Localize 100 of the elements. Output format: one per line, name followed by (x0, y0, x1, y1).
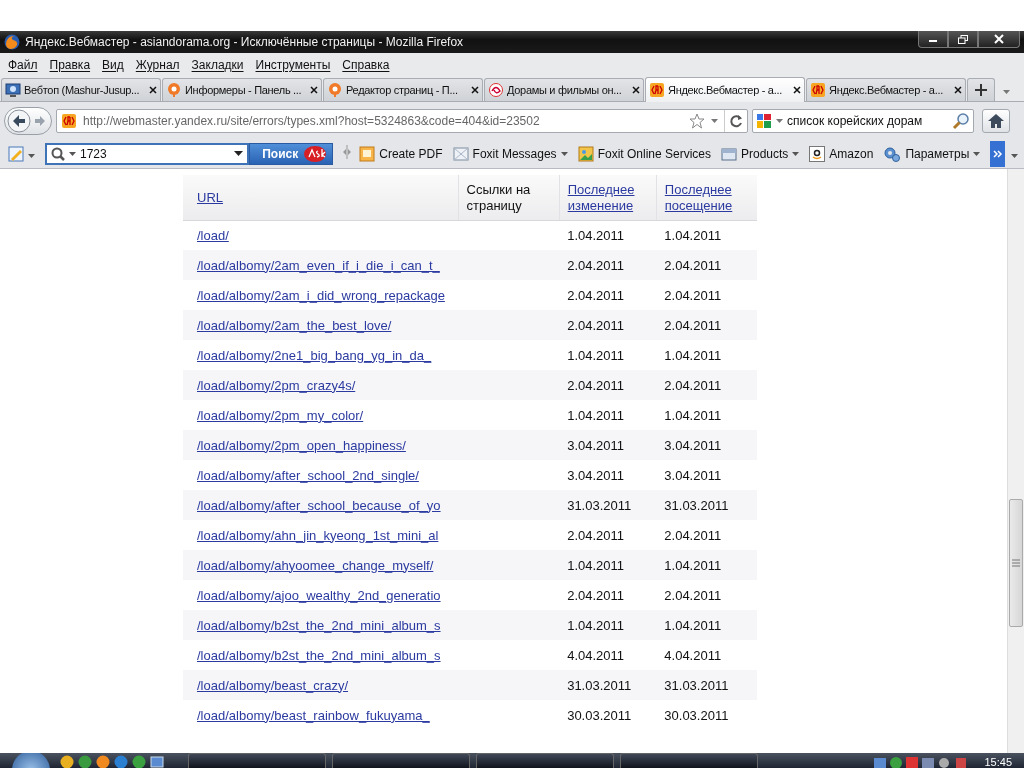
clock: 15:45 (984, 756, 1012, 768)
date-cell: 4.04.2011 (656, 640, 757, 670)
caret-icon[interactable] (69, 151, 76, 156)
dropdown-caret-icon[interactable] (234, 151, 244, 156)
grip-icon[interactable] (343, 145, 352, 159)
browser-tab[interactable]: Вебтоп (Mashur-Jusup... (1, 78, 161, 101)
toolbar-button[interactable]: Foxit Online Services (577, 145, 711, 162)
taskbar-button[interactable] (188, 753, 326, 768)
date-cell: 1.04.2011 (656, 220, 757, 250)
close-button[interactable] (978, 31, 1020, 48)
browser-tab[interactable]: Информеры - Панель ... (162, 78, 322, 101)
settings-button[interactable]: Параметры (883, 145, 981, 162)
search-button[interactable]: Поиск (249, 142, 334, 165)
date-cell: 1.04.2011 (656, 550, 757, 580)
bookmark-star-icon[interactable] (689, 112, 705, 129)
date-cell: 31.03.2011 (559, 670, 657, 700)
close-tab-icon[interactable] (471, 86, 479, 94)
close-tab-icon[interactable] (954, 86, 962, 94)
desktop-icon[interactable] (150, 755, 164, 768)
page-path-link[interactable]: /load/albomy/2am_i_did_wrong_repackage (197, 287, 445, 303)
close-tab-icon[interactable] (632, 86, 640, 94)
date-cell: 1.04.2011 (559, 220, 657, 250)
caret-icon[interactable] (711, 118, 718, 123)
back-icon[interactable] (7, 108, 31, 133)
reload-icon[interactable] (729, 113, 743, 128)
browser-tab[interactable]: Дорамы и фильмы он... (484, 78, 644, 101)
date-cell: 30.03.2011 (656, 700, 757, 730)
page-path-link[interactable]: /load/albomy/b2st_the_2nd_mini_album_s (197, 647, 441, 663)
page-path-link[interactable]: /load/albomy/2ne1_big_bang_yg_in_da_ (197, 347, 432, 363)
date-cell: 1.04.2011 (559, 400, 657, 430)
monitor-icon (5, 82, 21, 98)
date-cell: 2.04.2011 (656, 310, 757, 340)
gears-icon (883, 145, 902, 162)
menu-item[interactable]: Правка (43, 57, 97, 72)
landscape-icon (577, 145, 594, 162)
menu-item[interactable]: Файл (2, 57, 44, 72)
close-icon (994, 34, 1004, 44)
page-path-link[interactable]: /load/albomy/after_school_2nd_single/ (197, 467, 419, 483)
menu-item[interactable]: Вид (96, 57, 130, 72)
taskbar-button[interactable] (476, 753, 614, 768)
caret-icon[interactable] (1011, 153, 1018, 158)
swirl-icon (488, 82, 504, 98)
browser-tab[interactable]: Редактор страниц - П... (323, 78, 483, 101)
date-cell: 4.04.2011 (559, 640, 657, 670)
date-cell: 1.04.2011 (559, 340, 657, 370)
home-icon (988, 113, 1004, 128)
taskbar-button[interactable] (620, 753, 758, 768)
document-icon (359, 145, 376, 162)
page-path-link[interactable]: /load/albomy/beast_rainbow_fukuyama_ (197, 707, 430, 723)
date-cell: 2.04.2011 (656, 280, 757, 310)
browser-tab[interactable]: Яндекс.Вебмастер - а... (806, 78, 966, 101)
date-cell: 2.04.2011 (656, 250, 757, 280)
search-icon[interactable] (51, 146, 65, 161)
caret-icon[interactable] (28, 153, 35, 158)
new-tab-button[interactable] (967, 78, 995, 101)
message-icon (452, 145, 469, 162)
toolbar-button[interactable]: Amazon (809, 145, 874, 162)
toolbar-button[interactable]: Products (721, 145, 800, 162)
maximize-button[interactable] (948, 31, 978, 48)
date-cell: 2.04.2011 (559, 520, 657, 550)
tab-list-caret-icon[interactable] (1003, 89, 1010, 94)
menu-item[interactable]: Закладки (185, 57, 250, 72)
date-cell: 2.04.2011 (656, 520, 757, 550)
date-cell: 2.04.2011 (559, 580, 657, 610)
menu-item[interactable]: Справка (336, 57, 396, 72)
menu-item[interactable]: Инструменты (249, 57, 337, 72)
taskbar-button[interactable] (332, 753, 470, 768)
browser-tab[interactable]: Яндекс.Вебмастер - а... (645, 77, 805, 102)
page-path-link[interactable]: /load/albomy/ajoo_wealthy_2nd_generatio (197, 587, 441, 603)
close-tab-icon[interactable] (310, 86, 318, 94)
plus-icon (975, 84, 987, 96)
page-path-link[interactable]: /load/albomy/ahn_jin_kyeong_1st_mini_al (197, 527, 439, 543)
menu-item[interactable]: Журнал (129, 57, 186, 72)
pin-icon (166, 82, 182, 98)
date-cell: 31.03.2011 (656, 490, 757, 520)
date-cell: 2.04.2011 (559, 250, 657, 280)
date-cell: 31.03.2011 (656, 670, 757, 700)
home-button[interactable] (982, 108, 1010, 133)
caret-icon (973, 151, 981, 156)
close-tab-icon[interactable] (793, 86, 801, 94)
toolbar-button[interactable]: Foxit Messages (452, 145, 568, 162)
date-cell: 1.04.2011 (656, 610, 757, 640)
date-cell: 3.04.2011 (656, 430, 757, 460)
window-title: Яндекс.Вебмастер - asiandorama.org - Исключённые страницы - Mozilla Firefox (25, 35, 464, 49)
grip-icon (1012, 559, 1020, 567)
caret-icon[interactable] (776, 118, 783, 123)
overflow-button[interactable] (990, 140, 1005, 167)
date-cell: 1.04.2011 (559, 550, 657, 580)
search-icon[interactable] (952, 111, 970, 130)
date-cell: 2.04.2011 (559, 310, 657, 340)
close-tab-icon[interactable] (149, 86, 157, 94)
date-cell: 30.03.2011 (559, 700, 657, 730)
minimize-button[interactable] (918, 31, 948, 48)
pin-icon (327, 82, 343, 98)
toolbar-button[interactable]: Create PDF (359, 145, 443, 162)
date-cell: 1.04.2011 (656, 400, 757, 430)
page-path-link[interactable]: /load/albomy/2pm_my_color/ (197, 407, 364, 423)
scrollbar-thumb[interactable] (1009, 499, 1023, 627)
date-cell: 1.04.2011 (559, 610, 657, 640)
page-path-link[interactable]: /load/ (197, 227, 229, 243)
